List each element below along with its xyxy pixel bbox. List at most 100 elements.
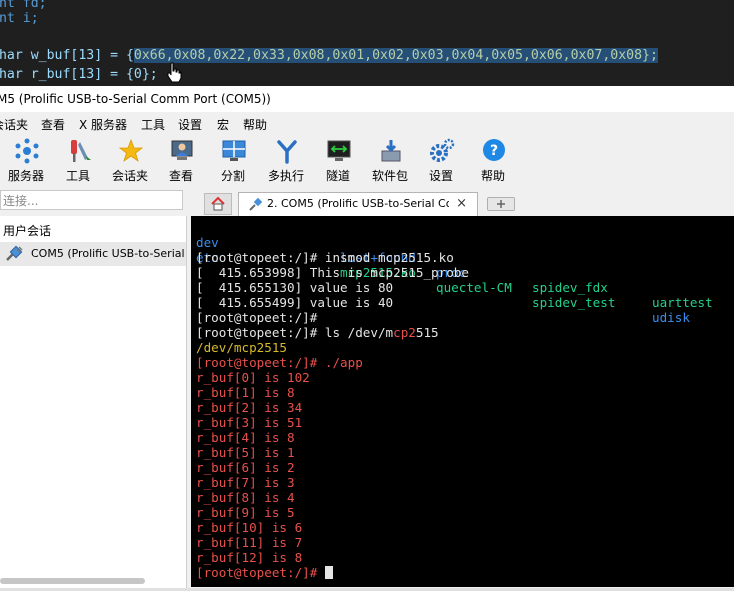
fork-icon bbox=[277, 140, 297, 164]
settings-button[interactable]: 设置 bbox=[417, 136, 465, 186]
toolbar: 服务器 工具 会话夹 查看 分割 多执行 隧道 软件包 设置 ? 帮助 bbox=[0, 136, 734, 186]
settings-label: 设置 bbox=[428, 169, 453, 183]
ls-entry: udisk bbox=[652, 310, 690, 325]
terminal-output[interactable]: dev lost+found proc spidev_fdx uarttest … bbox=[191, 216, 734, 587]
multiexec-label: 多执行 bbox=[267, 169, 304, 183]
code-line: int i; bbox=[0, 9, 39, 28]
home-icon bbox=[211, 196, 225, 211]
star-icon bbox=[118, 138, 144, 163]
result-line: r_buf[11] is 7 bbox=[196, 535, 303, 550]
mouse-cursor-icon bbox=[167, 62, 182, 83]
prompt-text: [root@topeet:/]# bbox=[196, 565, 325, 580]
terminal-prompt-line: [root@topeet:/]# bbox=[196, 565, 333, 580]
help-label: 帮助 bbox=[480, 169, 505, 183]
gear-icon bbox=[430, 138, 455, 162]
ls-entry: spidev_test bbox=[532, 295, 616, 310]
result-line: r_buf[0] is 102 bbox=[196, 370, 310, 385]
window-title: M5 (Prolific USB-to-Serial Comm Port (CO… bbox=[0, 92, 271, 106]
help-button[interactable]: ? 帮助 bbox=[469, 136, 517, 186]
window-titlebar[interactable]: M5 (Prolific USB-to-Serial Comm Port (CO… bbox=[0, 86, 734, 112]
result-line: r_buf[9] is 5 bbox=[196, 505, 295, 520]
terminal-line: [ 415.653998] This is mcp2515_probe bbox=[196, 265, 469, 280]
plus-icon bbox=[497, 200, 505, 208]
view-label: 查看 bbox=[168, 169, 193, 183]
terminal-app-window: M5 (Prolific USB-to-Serial Comm Port (CO… bbox=[0, 86, 734, 591]
split-icon bbox=[222, 140, 246, 161]
result-line: r_buf[6] is 2 bbox=[196, 460, 295, 475]
tools-icon bbox=[71, 140, 91, 162]
package-button[interactable]: 软件包 bbox=[366, 136, 414, 186]
serial-plug-icon bbox=[6, 245, 23, 261]
server-button[interactable]: 服务器 bbox=[2, 136, 50, 186]
code-text: char w_buf[13] = { bbox=[0, 48, 134, 63]
terminal-line: etc mcp2515.ko quectel-CM spidev_test ud… bbox=[196, 235, 690, 325]
command-text: [root@topeet:/]# ls /dev/m bbox=[196, 325, 394, 340]
terminal-line: [root@topeet:/]# ls /dev/mcp2515 bbox=[196, 325, 439, 340]
tunnel-button[interactable]: 隧道 bbox=[314, 136, 362, 186]
code-line: char w_buf[13] = {0x66,0x08,0x22,0x33,0x… bbox=[0, 46, 658, 65]
code-editor[interactable]: int fd; int i; char w_buf[13] = {0x66,0x… bbox=[0, 0, 734, 86]
multiexec-button[interactable]: 多执行 bbox=[262, 136, 310, 186]
home-tab[interactable] bbox=[204, 193, 232, 215]
tab-strip: 2. COM5 (Prolific USB-to-Serial Co × bbox=[188, 191, 734, 216]
result-line: r_buf[5] is 1 bbox=[196, 445, 295, 460]
result-line: r_buf[10] is 6 bbox=[196, 520, 303, 535]
code-line: char r_buf[13] = {0}; bbox=[0, 65, 158, 84]
code-selection[interactable]: 0x66,0x08,0x22,0x33,0x08,0x01,0x02,0x03,… bbox=[133, 48, 658, 63]
ls-entry: quectel-CM bbox=[436, 280, 512, 295]
ls-entry: spidev_fdx bbox=[532, 280, 608, 295]
tab-com5[interactable]: 2. COM5 (Prolific USB-to-Serial Co × bbox=[238, 192, 478, 216]
sessions-button[interactable]: 会话夹 bbox=[106, 136, 154, 186]
new-tab-button[interactable] bbox=[487, 197, 515, 211]
svg-text:?: ? bbox=[490, 143, 498, 159]
serial-plug-icon bbox=[249, 197, 263, 211]
tab-label: 2. COM5 (Prolific USB-to-Serial Co bbox=[267, 197, 449, 210]
menu-bar: 会话夹 查看 X 服务器 工具 设置 宏 帮助 bbox=[0, 114, 734, 136]
menu-xserver[interactable]: X 服务器 bbox=[79, 114, 127, 136]
tunnel-icon bbox=[327, 140, 351, 161]
terminal-line: [root@topeet:/]# bbox=[196, 310, 318, 325]
result-line: r_buf[2] is 34 bbox=[196, 400, 303, 415]
tools-button[interactable]: 工具 bbox=[54, 136, 102, 186]
terminal-cursor bbox=[324, 566, 333, 579]
code-text: int i; bbox=[0, 11, 39, 26]
tab-close-icon[interactable]: × bbox=[456, 193, 467, 215]
terminal-line: /dev/mcp2515 bbox=[196, 340, 287, 355]
result-line: r_buf[7] is 3 bbox=[196, 475, 295, 490]
package-icon bbox=[381, 140, 401, 162]
sessions-header: 用户会话 bbox=[3, 224, 52, 238]
result-line: r_buf[12] is 8 bbox=[196, 550, 303, 565]
result-line: r_buf[4] is 8 bbox=[196, 430, 295, 445]
result-line: r_buf[8] is 4 bbox=[196, 490, 295, 505]
sessions-panel: 用户会话 COM5 (Prolific USB-to-Serial Co bbox=[0, 216, 187, 588]
quick-connect-input[interactable]: 连接... bbox=[0, 190, 183, 210]
menu-sessions[interactable]: 会话夹 bbox=[0, 114, 28, 136]
terminal-line: [ 415.655130] value is 80 bbox=[196, 280, 394, 295]
command-text: cp2 bbox=[393, 325, 416, 340]
menu-help[interactable]: 帮助 bbox=[243, 114, 267, 136]
session-label: COM5 (Prolific USB-to-Serial Co bbox=[31, 247, 186, 260]
terminal-line: dev lost+found proc spidev_fdx uarttest bbox=[196, 220, 713, 310]
left-panel-scrollbar[interactable] bbox=[0, 578, 145, 584]
command-text: 515 bbox=[415, 325, 439, 340]
server-icon bbox=[15, 138, 39, 164]
split-button[interactable]: 分割 bbox=[209, 136, 257, 186]
tools-label: 工具 bbox=[65, 169, 90, 183]
menu-tools[interactable]: 工具 bbox=[141, 114, 165, 136]
session-item-com5[interactable]: COM5 (Prolific USB-to-Serial Co bbox=[0, 242, 186, 266]
menu-settings[interactable]: 设置 bbox=[178, 114, 202, 136]
terminal-line: [ 415.655499] value is 40 bbox=[196, 295, 394, 310]
view-button[interactable]: 查看 bbox=[157, 136, 205, 186]
menu-macro[interactable]: 宏 bbox=[217, 114, 229, 136]
result-line: r_buf[1] is 8 bbox=[196, 385, 295, 400]
split-label: 分割 bbox=[220, 169, 245, 183]
code-text: char r_buf[13] = {0}; bbox=[0, 67, 158, 82]
ls-entry: uarttest bbox=[652, 295, 713, 310]
terminal-line: [root@topeet:/]# insmod mcp2515.ko bbox=[196, 250, 454, 265]
menu-view[interactable]: 查看 bbox=[41, 114, 65, 136]
result-line: r_buf[3] is 51 bbox=[196, 415, 303, 430]
help-icon: ? bbox=[483, 139, 505, 161]
view-icon bbox=[171, 140, 193, 160]
tunnel-label: 隧道 bbox=[325, 169, 350, 183]
terminal-line: [root@topeet:/]# ./app bbox=[196, 355, 363, 370]
